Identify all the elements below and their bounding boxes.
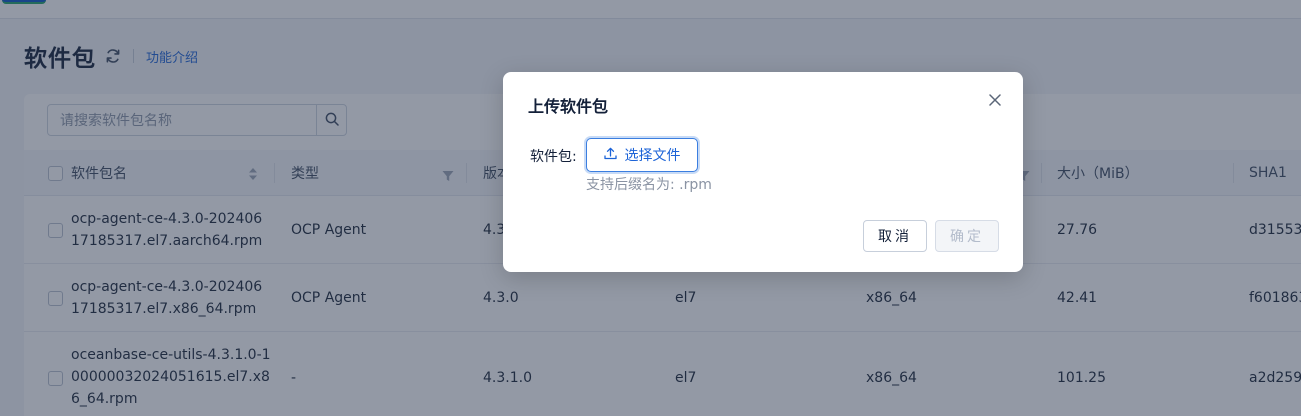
upload-package-modal: 上传软件包 软件包: 选择文件 支持后缀名为: .rpm 取消 确定 xyxy=(503,72,1023,272)
file-format-hint: 支持后缀名为: .rpm xyxy=(586,177,712,193)
confirm-button[interactable]: 确定 xyxy=(935,220,999,252)
package-field-label: 软件包: xyxy=(530,149,577,165)
select-file-label: 选择文件 xyxy=(624,148,681,164)
close-icon[interactable] xyxy=(987,92,1003,108)
cancel-button[interactable]: 取消 xyxy=(863,220,927,252)
upload-icon xyxy=(603,147,617,164)
modal-title: 上传软件包 xyxy=(528,97,609,116)
select-file-button[interactable]: 选择文件 xyxy=(586,138,698,172)
